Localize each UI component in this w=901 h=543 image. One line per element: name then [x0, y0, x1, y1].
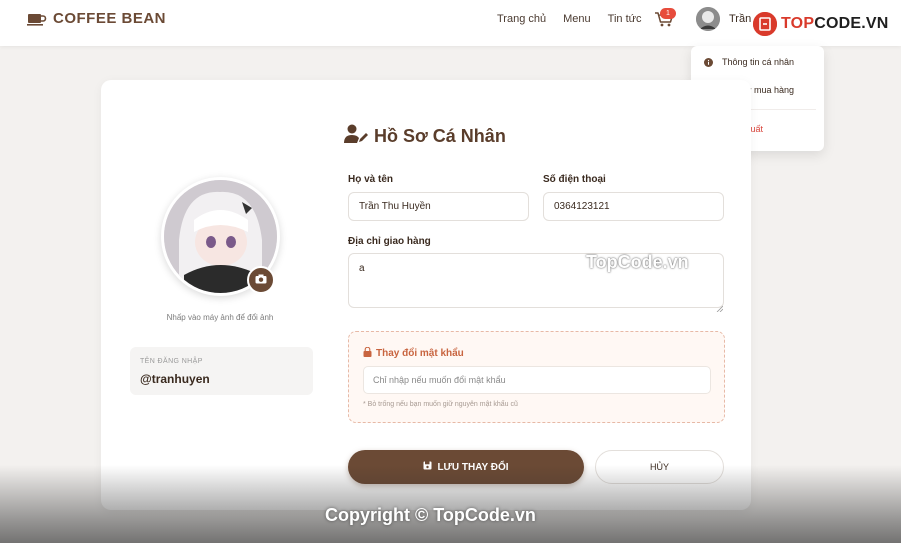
- topcode-watermark-copyright: Copyright © TopCode.vn: [325, 505, 536, 525]
- brand-name: COFFEE BEAN: [53, 10, 167, 27]
- avatar-hint-text: Nhấp vào máy ảnh để đổi ảnh: [166, 313, 274, 322]
- address-label: Địa chỉ giao hàng: [348, 236, 431, 247]
- brand-logo[interactable]: COFFEE BEAN: [27, 10, 166, 27]
- topcode-logo-icon: [753, 12, 777, 36]
- username-value: @tranhuyen: [140, 372, 210, 386]
- bottom-shade-overlay: [0, 465, 901, 543]
- nav-home[interactable]: Trang chủ: [497, 13, 546, 25]
- phone-label: Số điện thoại: [543, 174, 606, 185]
- change-password-title: Thay đổi mật khẩu: [363, 346, 464, 360]
- info-icon: [704, 57, 713, 67]
- phone-input[interactable]: 0364123121: [543, 192, 724, 221]
- topcode-watermark-center: TopCode.vn: [586, 252, 689, 272]
- dropdown-item-profile[interactable]: Thông tin cá nhân: [704, 57, 794, 67]
- topcode-logo-text: TOPCODE.VN: [781, 15, 889, 32]
- user-edit-icon: [344, 124, 368, 149]
- camera-icon: [255, 271, 267, 289]
- username-label: TÊN ĐĂNG NHẬP: [140, 358, 203, 365]
- page-title-text: Hồ Sơ Cá Nhân: [374, 126, 506, 146]
- lock-icon: [363, 346, 372, 360]
- username-box: TÊN ĐĂNG NHẬP @tranhuyen: [130, 347, 313, 395]
- top-navbar: COFFEE BEAN Trang chủ Menu Tin tức 1 Trầ…: [0, 0, 901, 46]
- change-avatar-button[interactable]: [247, 266, 275, 294]
- dropdown-profile-label: Thông tin cá nhân: [722, 57, 795, 67]
- user-avatar[interactable]: [696, 7, 720, 31]
- main-nav: Trang chủ Menu Tin tức: [497, 13, 642, 25]
- resize-handle-icon[interactable]: [716, 299, 724, 313]
- page-title: Hồ Sơ Cá Nhân: [344, 124, 506, 149]
- new-password-input[interactable]: Chỉ nhập nếu muốn đổi mật khẩu: [363, 366, 711, 394]
- nav-menu[interactable]: Menu: [563, 13, 591, 25]
- fullname-label: Họ và tên: [348, 174, 394, 185]
- user-name[interactable]: Trần: [729, 13, 751, 25]
- cart-count-badge: 1: [660, 8, 676, 19]
- fullname-input[interactable]: Trần Thu Huyền: [348, 192, 529, 221]
- topcode-watermark-logo: TOPCODE.VN: [753, 12, 889, 36]
- change-password-panel: Thay đổi mật khẩu Chỉ nhập nếu muốn đổi …: [348, 331, 725, 423]
- nav-news[interactable]: Tin tức: [608, 13, 642, 25]
- change-password-title-text: Thay đổi mật khẩu: [376, 348, 464, 359]
- coffee-cup-icon: [27, 11, 47, 27]
- password-note: * Bỏ trống nếu bạn muốn giữ nguyên mật k…: [363, 401, 518, 408]
